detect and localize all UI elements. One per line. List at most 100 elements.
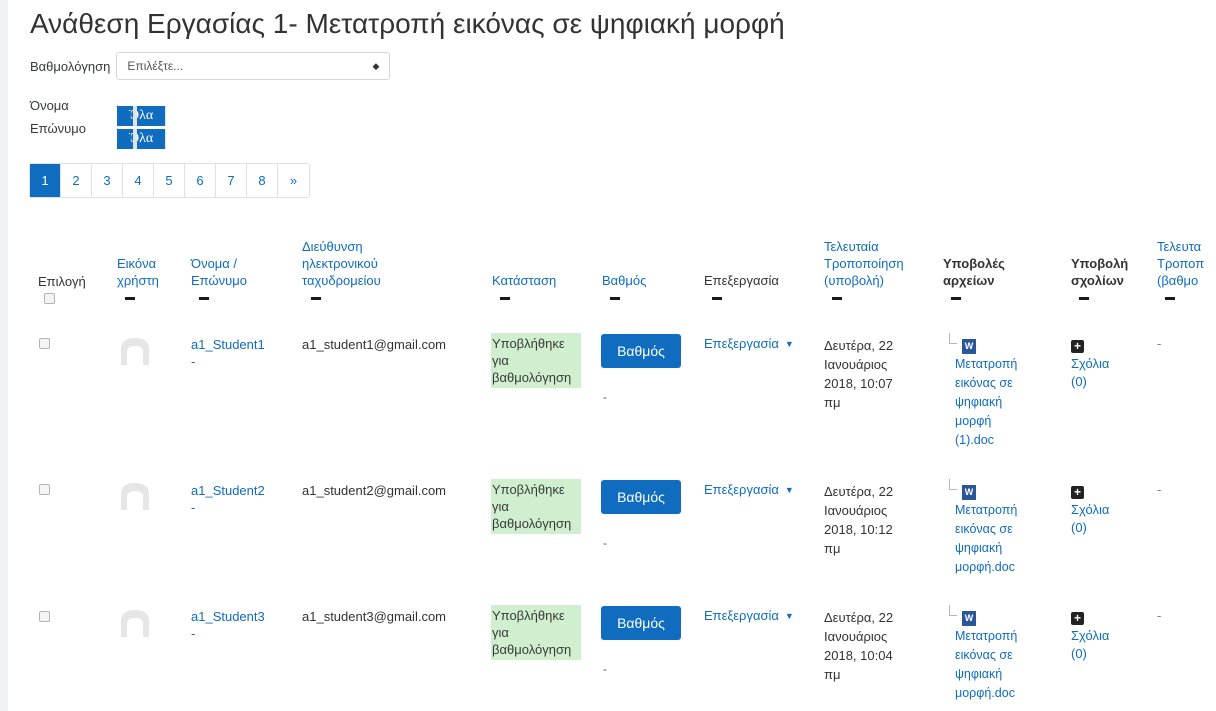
page-link-4[interactable]: 4 [123,164,154,197]
row-checkbox[interactable] [39,611,50,622]
last-modified-date: Δευτέρα, 22 Ιανουάριος 2018, 10:12 πμ [824,484,894,556]
collapse-icon[interactable] [500,297,510,300]
student-email: a1_student2@gmail.com [302,483,446,498]
page-link-3[interactable]: 3 [92,164,123,197]
page-title: Ανάθεση Εργασίας 1- Μετατροπή εικόνας σε… [30,8,785,39]
plus-icon: + [1071,486,1084,499]
grade-button[interactable]: Βαθμός [601,480,681,514]
last-name-filter-label: Επώνυμο [30,121,86,136]
col-picture[interactable]: Εικόνα χρήστη [117,255,159,289]
grade-value: - [603,662,607,676]
col-email[interactable]: Διεύθυνση ηλεκτρονικού ταχυδρομείου [302,238,381,289]
grading-select-value: Επιλέξτε... [127,59,184,73]
page-link-1[interactable]: 1 [30,164,61,197]
collapse-icon[interactable] [712,297,722,300]
last-modified-grade-value: - [1157,608,1162,623]
collapse-icon[interactable] [610,297,620,300]
collapse-icon[interactable] [125,297,135,300]
first-name-letter-24[interactable]: Ω [117,106,135,126]
page-link-5[interactable]: 5 [154,164,185,197]
grade-value: - [603,390,607,404]
file-tree-line [949,605,957,616]
last-name-letter-24[interactable]: Ω [117,129,135,149]
word-file-icon: W [962,611,976,626]
student-last-name[interactable]: - [191,499,195,516]
page-link-7[interactable]: 7 [216,164,247,197]
col-file-submissions: Υποβολές αρχείων [943,256,1005,288]
file-tree-line [949,333,957,344]
plus-icon: + [1071,612,1084,625]
page-link-8[interactable]: 8 [247,164,278,197]
word-file-icon: W [962,485,976,500]
collapse-icon[interactable] [951,297,961,300]
col-comments-submission: Υποβολή σχολίων [1071,256,1129,288]
first-name-filter-label: Όνομα [30,98,69,113]
student-first-name[interactable]: a1_Student3 [191,608,265,625]
collapse-icon[interactable] [199,297,209,300]
collapse-icon[interactable] [832,297,842,300]
grade-button[interactable]: Βαθμός [601,334,681,368]
status-badge: Υποβλήθηκε για βαθμολόγηση [491,333,581,388]
col-last-modified-submission[interactable]: Τελευταία Τροποποίηση (υποβολή) [824,238,904,289]
last-modified-grade-value: - [1157,336,1162,351]
page-link-2[interactable]: 2 [61,164,92,197]
grade-value: - [603,536,607,550]
collapse-icon[interactable] [1079,297,1089,300]
word-file-icon: W [962,339,976,354]
col-status[interactable]: Κατάσταση [492,272,556,289]
col-select: Επιλογή [38,274,86,289]
comments-toggle[interactable]: + Σχόλια (0) [1071,483,1109,537]
first-name-letter-group: Όλα ΑΒΓΔΕΖΗΘΙΚΛΜΝΞΟΠΡΣΤΥΦΧΨΩ [116,104,167,126]
plus-icon: + [1071,340,1084,353]
next-page-link[interactable]: » [278,164,309,197]
col-name[interactable]: Όνομα / Επώνυμο [191,255,247,289]
submitted-file[interactable]: W Μετατροπή εικόνας σε ψηφιακή μορφή.doc [949,605,1045,703]
chevron-down-icon: ▼ [784,484,794,495]
first-name-initials-bar: Όνομα Όλα ΑΒΓΔΕΖΗΘΙΚΛΜΝΞΟΠΡΣΤΥΦΧΨΩ [30,98,167,126]
last-name-initials-bar: Επώνυμο Όλα ΑΒΓΔΕΖΗΘΙΚΛΜΝΞΟΠΡΣΤΥΦΧΨΩ [30,121,167,149]
edit-menu-label: Επεξεργασία [704,336,779,351]
comments-toggle[interactable]: + Σχόλια (0) [1071,337,1109,391]
select-all-checkbox[interactable] [44,293,55,304]
student-email: a1_student3@gmail.com [302,609,446,624]
col-grade[interactable]: Βαθμός [602,272,646,289]
collapse-icon[interactable] [311,297,321,300]
last-modified-grade-value: - [1157,482,1162,497]
user-avatar [118,335,152,365]
collapse-icon[interactable] [1165,297,1175,300]
edit-menu[interactable]: Επεξεργασία ▼ [704,336,794,351]
student-first-name[interactable]: a1_Student2 [191,482,265,499]
user-avatar [118,607,152,637]
last-modified-date: Δευτέρα, 22 Ιανουάριος 2018, 10:07 πμ [824,338,894,410]
student-first-name[interactable]: a1_Student1 [191,336,265,353]
file-tree-line [949,479,957,490]
grade-button[interactable]: Βαθμός [601,606,681,640]
student-last-name[interactable]: - [191,625,195,642]
chevron-down-icon: ▼ [784,338,794,349]
submitted-file[interactable]: W Μετατροπή εικόνας σε ψηφιακή μορφή.doc [949,479,1045,577]
edit-menu[interactable]: Επεξεργασία ▼ [704,608,794,623]
page-link-6[interactable]: 6 [185,164,216,197]
submitted-file[interactable]: W Μετατροπή εικόνας σε ψηφιακή μορφή (1).doc [949,333,1045,450]
grading-filter: Βαθμολόγηση Επιλέξτε... ◆ [30,52,391,80]
edit-menu-label: Επεξεργασία [704,482,779,497]
last-modified-date: Δευτέρα, 22 Ιανουάριος 2018, 10:04 πμ [824,610,894,682]
row-checkbox[interactable] [39,484,50,495]
select-caret-icon: ◆ [372,60,380,71]
student-last-name[interactable]: - [191,353,195,370]
edit-menu[interactable]: Επεξεργασία ▼ [704,482,794,497]
last-name-letter-group: Όλα ΑΒΓΔΕΖΗΘΙΚΛΜΝΞΟΠΡΣΤΥΦΧΨΩ [116,127,167,149]
status-badge: Υποβλήθηκε για βαθμολόγηση [491,479,581,534]
col-last-modified-grade[interactable]: Τελευτα Τροποπ (βαθμο [1157,238,1204,289]
status-badge: Υποβλήθηκε για βαθμολόγηση [491,605,581,660]
comments-toggle[interactable]: + Σχόλια (0) [1071,609,1109,663]
student-email: a1_student1@gmail.com [302,337,446,352]
pagination: 1 2 3 4 5 6 7 8» [29,163,310,198]
edit-menu-label: Επεξεργασία [704,608,779,623]
row-checkbox[interactable] [39,338,50,349]
user-avatar [118,480,152,510]
col-edit: Επεξεργασία [704,273,779,288]
grading-label: Βαθμολόγηση [30,58,111,74]
grading-select[interactable]: Επιλέξτε... ◆ [116,52,391,80]
left-margin [0,0,8,711]
